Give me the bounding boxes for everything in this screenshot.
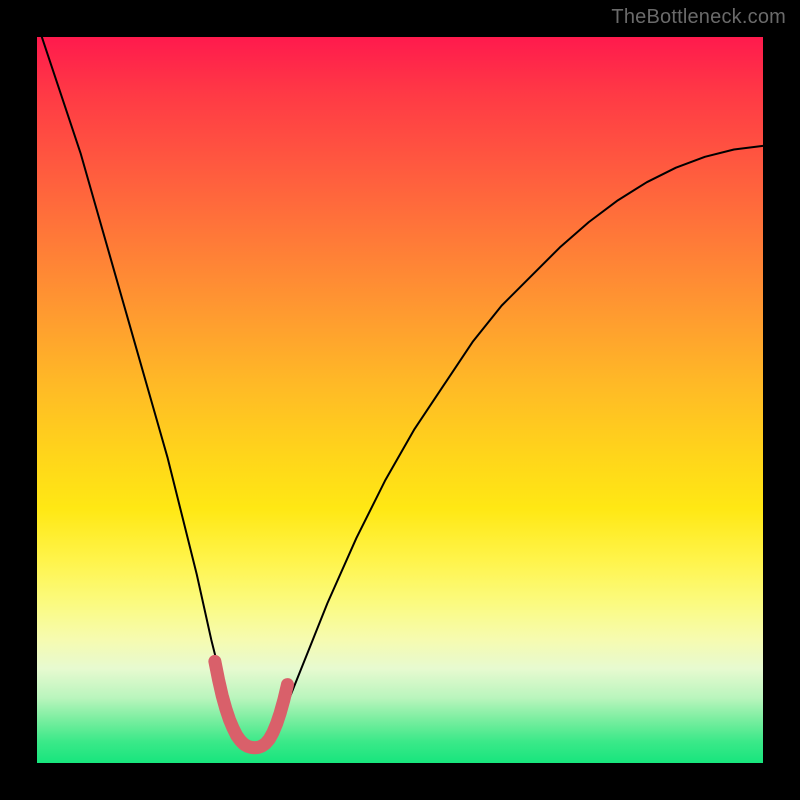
bottleneck-curve xyxy=(37,22,763,748)
plot-area xyxy=(37,37,763,763)
chart-frame: TheBottleneck.com xyxy=(0,0,800,800)
chart-svg xyxy=(37,37,763,763)
trough-marker xyxy=(215,661,288,747)
watermark-text: TheBottleneck.com xyxy=(611,6,786,29)
